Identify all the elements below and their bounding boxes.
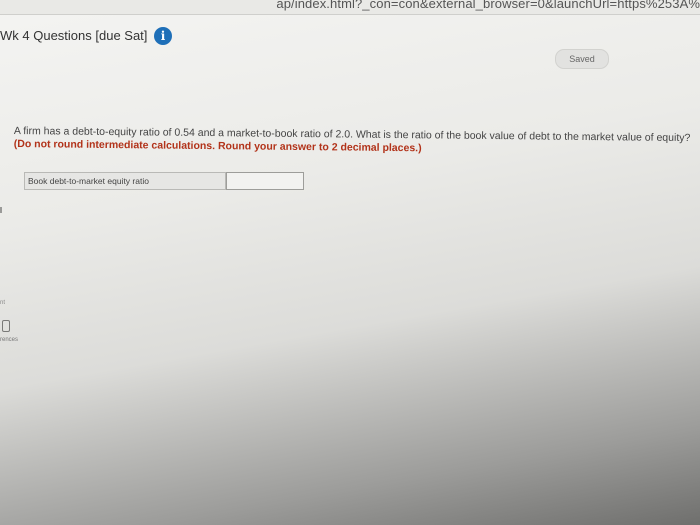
references-icon[interactable] [2, 320, 10, 332]
question-prompt: A firm has a debt-to-equity ratio of 0.5… [14, 125, 698, 158]
sidebar-fragment: nt [0, 300, 6, 306]
answer-label: Book debt-to-market equity ratio [24, 172, 226, 190]
saved-status-badge: Saved [555, 49, 609, 69]
answer-row: Book debt-to-market equity ratio [24, 172, 304, 190]
answer-input[interactable] [226, 172, 304, 190]
info-icon[interactable]: i [154, 27, 172, 45]
sidebar-marker [0, 207, 2, 213]
url-text: ap/index.html?_con=con&external_browser=… [276, 0, 700, 11]
browser-url-bar[interactable]: ap/index.html?_con=con&external_browser=… [0, 0, 700, 15]
assignment-header: Wk 4 Questions [due Sat] i [0, 27, 700, 50]
references-label[interactable]: rences [0, 337, 18, 343]
page-title: Wk 4 Questions [due Sat] [0, 28, 148, 43]
